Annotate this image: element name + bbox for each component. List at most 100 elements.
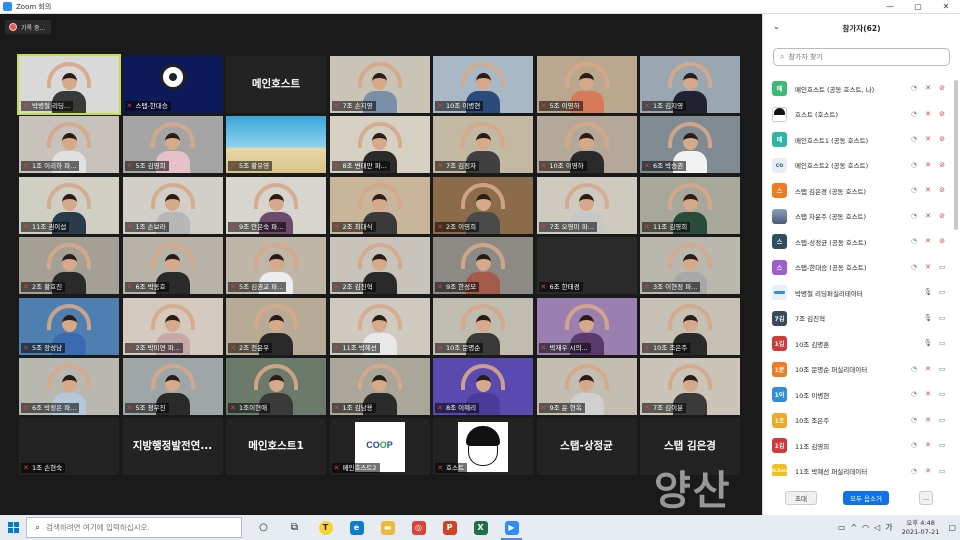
video-tile[interactable]: 5조 김권교 파... ✕ (226, 237, 326, 295)
video-tile[interactable]: 11조 박혜선 ✕ (329, 297, 430, 355)
video-tile[interactable]: COOP 메인호스트2 ✕ (329, 418, 430, 476)
mic-muted-icon[interactable]: ✕ (923, 134, 933, 144)
close-button[interactable]: ✕ (932, 0, 960, 14)
video-tile[interactable]: 11조 김영희 ✕ (640, 176, 740, 234)
camera-icon[interactable]: ▭ (937, 364, 947, 374)
camera-icon[interactable]: ▭ (937, 287, 947, 297)
mic-muted-icon[interactable]: ✕ (923, 211, 933, 221)
action-center-icon[interactable]: ▢ (948, 523, 956, 532)
camera-icon[interactable]: ▭ (937, 466, 947, 476)
video-tile[interactable]: 10조 이영하 ✕ (536, 116, 637, 174)
taskview-taskbar-button[interactable]: ⧉ (279, 515, 310, 540)
video-tile[interactable]: 1조 손보라 ✕ (122, 176, 223, 234)
mic-muted-icon[interactable]: ✕ (923, 389, 933, 399)
video-tile[interactable]: 2조 김진혁 ✕ (329, 237, 430, 295)
video-tile[interactable]: 박병철 리딩... ✕ (17, 54, 121, 115)
participant-row[interactable]: 메 메인호스트 (공동 호스트, 나) ◔ ✕ ⊘ (763, 76, 951, 102)
video-tile[interactable]: 1조 손현숙 ✕ (19, 418, 119, 476)
participant-row[interactable]: 스 스탭 김은경 (공동 호스트) ◔ ✕ ⊘ (763, 178, 951, 204)
camera-off-icon[interactable]: ⊘ (937, 236, 947, 246)
video-tile[interactable]: 8조 이혜리 ✕ (433, 358, 533, 415)
video-tile[interactable]: 1조 김남용 ✕ (329, 358, 430, 415)
mic-muted-icon[interactable]: ✕ (923, 262, 933, 272)
video-tile[interactable]: 박재우 시의... ✕ (536, 297, 637, 355)
video-tile[interactable]: 2조 천윤우 ✕ (226, 297, 326, 355)
video-tile[interactable]: 2조 이영희 ✕ (433, 176, 533, 234)
participant-row[interactable]: 스탭 차윤주 (공동 호스트) ◔ ✕ ⊘ (763, 204, 951, 230)
camera-off-icon[interactable]: ⊘ (937, 160, 947, 170)
start-button[interactable] (0, 515, 26, 540)
video-tile[interactable]: 호스트 ✕ (433, 418, 533, 476)
mute-all-button[interactable]: 모두 음소거 (843, 491, 889, 505)
video-tile[interactable]: 11조 권이섭 ✕ (19, 176, 119, 234)
participant-row[interactable]: H.Sun 11조 박혜선 퍼실리데이터 ◔ ✕ ▭ (763, 459, 951, 476)
video-tile[interactable]: 9조 한성모 ✕ (433, 237, 533, 295)
video-tile[interactable]: 메인호스트1 (226, 418, 326, 476)
mic-icon[interactable]: 🎙 (923, 313, 933, 323)
video-tile[interactable]: 지방행정발전연... (122, 418, 223, 476)
participant-row[interactable]: 7김7조 김진혁◔🎙▭ (763, 306, 951, 332)
more-options-button[interactable]: ... (919, 491, 933, 505)
camera-off-icon[interactable]: ⊘ (937, 185, 947, 195)
video-tile[interactable]: 5조 이영하 ✕ (536, 56, 637, 113)
video-tile[interactable]: 7조 김정자 ✕ (433, 116, 533, 174)
kakaotalk-taskbar-button[interactable]: T (310, 515, 341, 540)
zoom-taskbar-button[interactable]: ▶ (496, 515, 527, 540)
mic-icon[interactable]: 🎙 (923, 287, 933, 297)
video-tile[interactable]: 7조 오영미 파... ✕ (536, 176, 637, 234)
video-tile[interactable]: 스탭-상정균 (536, 418, 637, 476)
video-tile[interactable]: 8조 변태만 파... ✕ (329, 116, 430, 174)
mic-icon[interactable]: 🎙 (923, 338, 933, 348)
participant-row[interactable]: 메 메인호스트1 (공동 호스트) ◔ ✕ ⊘ (763, 127, 951, 153)
mic-muted-icon[interactable]: ✕ (923, 185, 933, 195)
camera-off-icon[interactable]: ⊘ (937, 211, 947, 221)
participant-row[interactable]: 스 스탭-상정균 (공동 호스트) ◔ ✕ ⊘ (763, 229, 951, 255)
video-tile[interactable]: 6조 한태경 ✕ (536, 237, 637, 295)
camera-off-icon[interactable]: ⊘ (937, 134, 947, 144)
mic-muted-icon[interactable]: ✕ (923, 415, 933, 425)
participant-search[interactable]: ⌕ (773, 48, 950, 66)
camera-icon[interactable]: ▭ (937, 389, 947, 399)
participant-row[interactable]: 스 스탭-한대승 (공동 호스트) ◔ ✕ ▭ (763, 255, 951, 281)
cortana-taskbar-button[interactable]: ○ (248, 515, 279, 540)
participant-row[interactable]: 호스트 (호스트) ◔ ✕ ⊘ (763, 102, 951, 128)
mic-muted-icon[interactable]: ✕ (923, 364, 933, 374)
video-tile[interactable]: 9조 윤 현옥 ✕ (536, 358, 637, 415)
participant-list-scrollbar[interactable] (954, 80, 958, 230)
video-tile[interactable]: 2조 황호진 ✕ (19, 237, 119, 295)
participant-row[interactable]: 박병철 리딩퍼실리테이터◔🎙▭ (763, 280, 951, 306)
video-tile[interactable]: 2조 최대식 ✕ (329, 176, 430, 234)
video-tile[interactable]: 6조 박동호 ✕ (122, 237, 223, 295)
video-tile[interactable]: 스탭-한대승 ✕ (122, 56, 223, 113)
video-tile[interactable]: 6조 박정은 파... ✕ (19, 358, 119, 415)
video-tile[interactable]: 7조 김이분 ✕ (640, 358, 740, 415)
camera-icon[interactable]: ▭ (937, 440, 947, 450)
participant-row[interactable]: 1문 10조 문명순 퍼실리데이터 ◔ ✕ ▭ (763, 357, 951, 383)
camera-icon[interactable]: ▭ (937, 262, 947, 272)
invite-button[interactable]: 초대 (785, 491, 817, 505)
participant-row[interactable]: 1김10조 김명훈◔🎙▭ (763, 331, 951, 357)
chrome-taskbar-button[interactable]: ◎ (403, 515, 434, 540)
video-tile[interactable]: 5조 김영희 ✕ (122, 116, 223, 174)
participant-search-input[interactable] (788, 53, 939, 61)
minimize-button[interactable]: — (876, 0, 904, 14)
taskbar-clock[interactable]: 오후 4:48 2021-07-21 (902, 519, 940, 537)
excel-taskbar-button[interactable]: X (465, 515, 496, 540)
powerpoint-taskbar-button[interactable]: P (434, 515, 465, 540)
camera-icon[interactable]: ▭ (937, 313, 947, 323)
video-tile[interactable]: 10조 이병현 ✕ (433, 56, 533, 113)
camera-icon[interactable]: ▭ (937, 338, 947, 348)
mic-muted-icon[interactable]: ✕ (923, 236, 933, 246)
file-explorer-taskbar-button[interactable]: ▬ (372, 515, 403, 540)
recording-indicator[interactable]: 기록 중... (5, 20, 51, 34)
video-tile[interactable]: 5조 황유영 ✕ (226, 116, 326, 174)
mic-muted-icon[interactable]: ✕ (923, 109, 933, 119)
video-tile[interactable]: 10조 조은주 ✕ (640, 297, 740, 355)
chevron-down-icon[interactable]: ⌄ (773, 22, 780, 31)
volume-icon[interactable]: ◁ (874, 523, 880, 532)
mic-muted-icon[interactable]: ✕ (923, 440, 933, 450)
taskbar-search-input[interactable] (46, 523, 227, 532)
mic-muted-icon[interactable]: ✕ (923, 466, 933, 476)
taskbar-search[interactable]: ⌕ (26, 517, 242, 538)
ime-indicator[interactable]: 가 (885, 522, 892, 533)
